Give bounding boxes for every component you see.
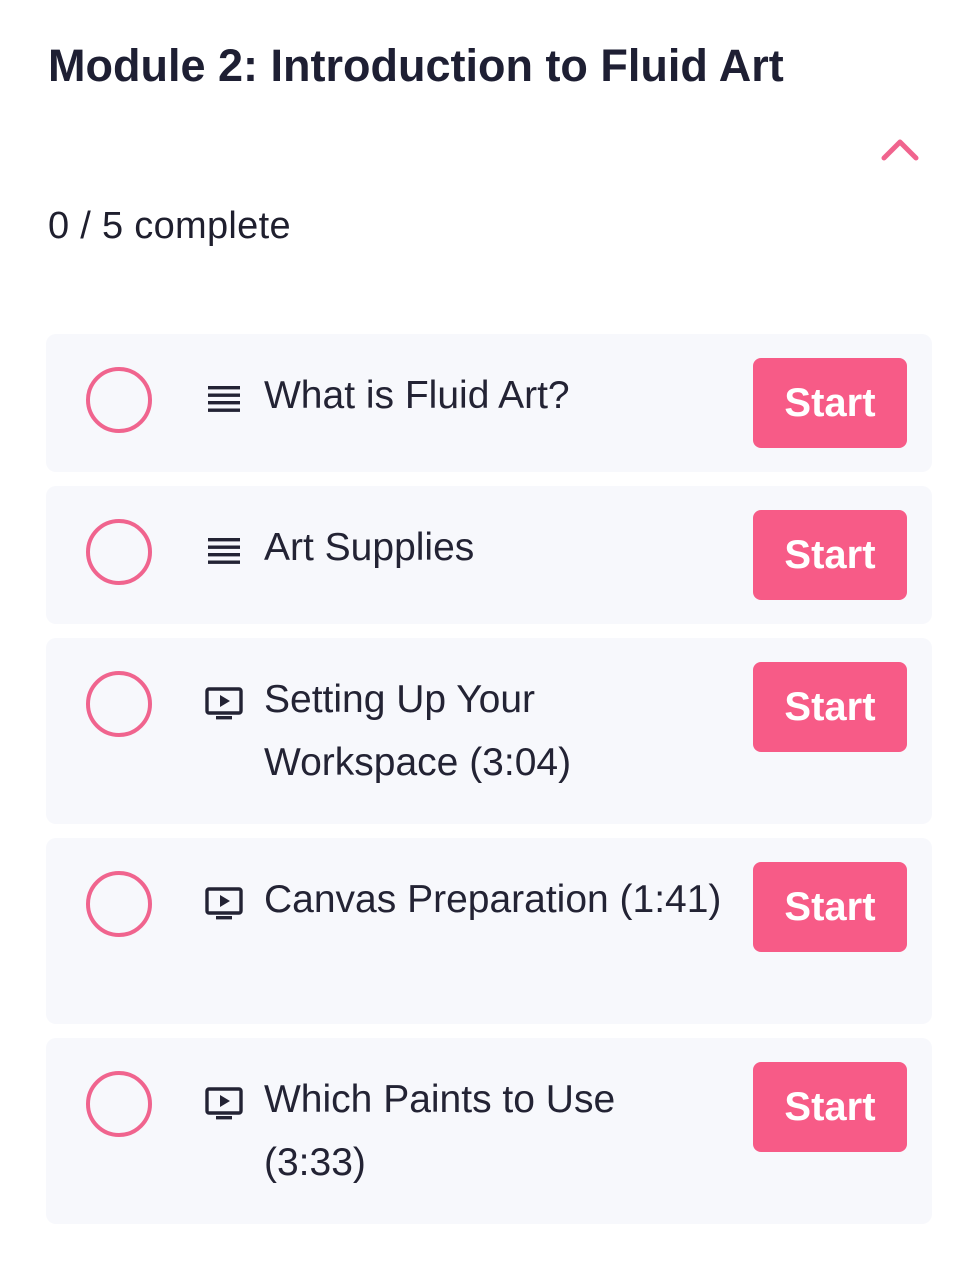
lesson-item[interactable]: Art Supplies Start xyxy=(46,486,932,624)
completion-circle-icon[interactable] xyxy=(86,871,152,937)
course-module: Module 2: Introduction to Fluid Art 0 / … xyxy=(0,0,972,1270)
start-button[interactable]: Start xyxy=(753,1062,907,1152)
lesson-title[interactable]: Setting Up Your Workspace (3:04) xyxy=(264,668,724,794)
completion-circle-icon[interactable] xyxy=(86,367,152,433)
video-play-icon xyxy=(205,687,243,720)
start-button[interactable]: Start xyxy=(753,358,907,448)
lesson-item[interactable]: What is Fluid Art? Start xyxy=(46,334,932,472)
completion-circle-icon[interactable] xyxy=(86,671,152,737)
lesson-title[interactable]: Canvas Preparation (1:41) xyxy=(264,868,724,931)
lesson-title[interactable]: Which Paints to Use (3:33) xyxy=(264,1068,724,1194)
lesson-title[interactable]: What is Fluid Art? xyxy=(264,364,724,427)
start-button[interactable]: Start xyxy=(753,862,907,952)
video-play-icon xyxy=(205,1087,243,1120)
lesson-title[interactable]: Art Supplies xyxy=(264,516,724,579)
lesson-item[interactable]: Canvas Preparation (1:41) Start xyxy=(46,838,932,1024)
lesson-item[interactable]: Setting Up Your Workspace (3:04) Start xyxy=(46,638,932,824)
text-lines-icon xyxy=(208,538,240,564)
lesson-item[interactable]: Which Paints to Use (3:33) Start xyxy=(46,1038,932,1224)
collapse-toggle[interactable] xyxy=(876,128,924,168)
module-header: Module 2: Introduction to Fluid Art xyxy=(48,30,924,161)
text-lines-icon xyxy=(208,386,240,412)
module-title: Module 2: Introduction to Fluid Art xyxy=(48,40,784,91)
chevron-up-icon xyxy=(881,139,919,161)
progress-text: 0 / 5 complete xyxy=(48,205,291,247)
completion-circle-icon[interactable] xyxy=(86,519,152,585)
completion-circle-icon[interactable] xyxy=(86,1071,152,1137)
start-button[interactable]: Start xyxy=(753,662,907,752)
lesson-list: What is Fluid Art? Start Art Supplies St… xyxy=(46,334,932,1238)
video-play-icon xyxy=(205,887,243,920)
start-button[interactable]: Start xyxy=(753,510,907,600)
